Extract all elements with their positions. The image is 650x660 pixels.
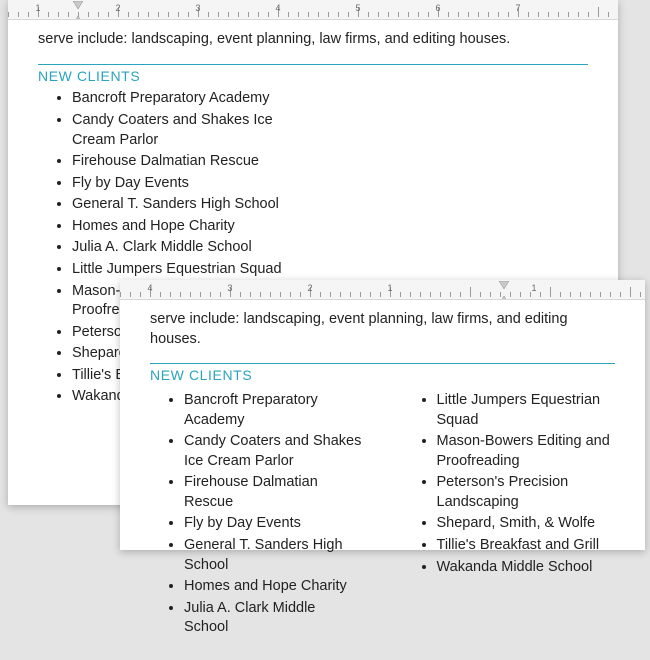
ruler-number: 4	[147, 283, 152, 293]
lead-paragraph: serve include: landscaping, event planni…	[38, 30, 588, 50]
list-item: Homes and Hope Charity	[184, 577, 363, 597]
list-item: Little Jumpers Equestrian Squad	[437, 391, 616, 430]
list-item: Wakanda Middle School	[437, 558, 616, 578]
first-line-indent-marker-icon[interactable]	[499, 281, 509, 289]
ruler-number: 7	[515, 3, 520, 13]
list-item: Julia A. Clark Middle School	[184, 599, 363, 638]
section-divider	[38, 64, 588, 65]
section-divider	[150, 363, 615, 364]
first-line-indent-marker-icon[interactable]	[73, 1, 83, 9]
list-item: Shepard, Smith, & Wolfe	[437, 514, 616, 534]
list-item: Julia A. Clark Middle School	[72, 238, 292, 258]
list-item: Firehouse Dalmatian Rescue	[72, 152, 292, 172]
list-item: Bancroft Preparatory Academy	[72, 89, 292, 109]
ruler-number: 4	[275, 3, 280, 13]
ruler-number: 2	[115, 3, 120, 13]
list-item: General T. Sanders High School	[72, 195, 292, 215]
hanging-indent-marker-icon[interactable]	[499, 291, 509, 299]
list-item: Firehouse Dalmatian Rescue	[184, 473, 363, 512]
list-item: Fly by Day Events	[72, 174, 292, 194]
list-item: Tillie's Breakfast and Grill	[437, 536, 616, 556]
ruler-number: 1	[387, 283, 392, 293]
ruler-number: 2	[307, 283, 312, 293]
list-item: Mason-Bowers Editing and Proofreading	[437, 432, 616, 471]
hanging-indent-marker-icon[interactable]	[73, 11, 83, 19]
list-item: Homes and Hope Charity	[72, 217, 292, 237]
list-item: General T. Sanders High School	[184, 536, 363, 575]
lead-paragraph: serve include: landscaping, event planni…	[150, 310, 615, 349]
list-item: Little Jumpers Equestrian Squad	[72, 260, 292, 280]
list-item: Candy Coaters and Shakes Ice Cream Parlo…	[72, 111, 292, 150]
page-body: serve include: landscaping, event planni…	[120, 300, 645, 660]
section-heading: NEW CLIENTS	[38, 67, 588, 86]
client-list-column-2: Little Jumpers Equestrian SquadMason-Bow…	[403, 389, 616, 640]
ruler-number: 1	[35, 3, 40, 13]
ruler-number: 6	[435, 3, 440, 13]
ruler-number: 1	[531, 283, 536, 293]
client-list-two-column: Bancroft Preparatory AcademyCandy Coater…	[150, 389, 615, 640]
horizontal-ruler: 1 2 3 4 5 6 7	[8, 0, 618, 20]
horizontal-ruler: 4 3 2 1 1	[120, 280, 645, 300]
section-heading: NEW CLIENTS	[150, 366, 615, 385]
document-window-two-column: 4 3 2 1 1 serve include: landscaping, event …	[120, 280, 645, 550]
list-item: Fly by Day Events	[184, 514, 363, 534]
list-item: Bancroft Preparatory Academy	[184, 391, 363, 430]
client-list-column-1: Bancroft Preparatory AcademyCandy Coater…	[150, 389, 363, 640]
list-item: Peterson's Precision Landscaping	[437, 473, 616, 512]
ruler-number: 3	[227, 283, 232, 293]
ruler-number: 3	[195, 3, 200, 13]
list-item: Candy Coaters and Shakes Ice Cream Parlo…	[184, 432, 363, 471]
ruler-number: 5	[355, 3, 360, 13]
